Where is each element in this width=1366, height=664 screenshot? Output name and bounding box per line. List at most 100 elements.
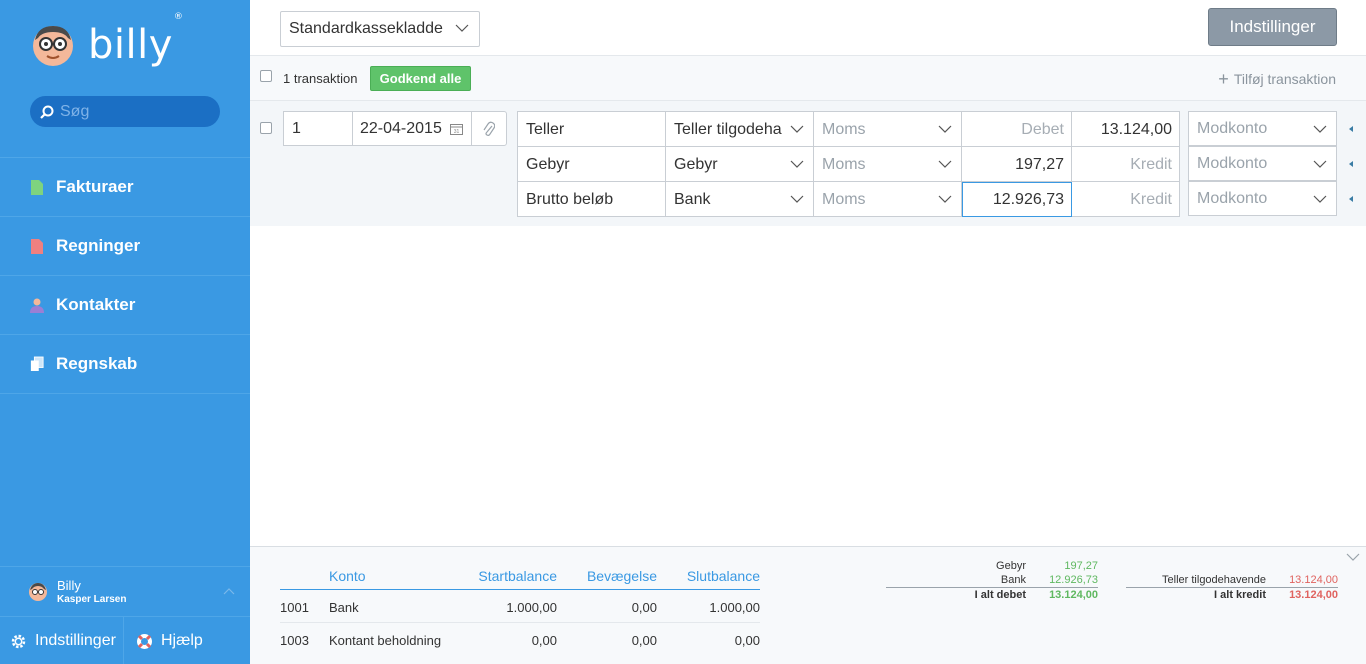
chevron-down-icon: [1313, 160, 1327, 168]
chevron-down-icon[interactable]: [1346, 553, 1360, 562]
column-header-startbalance: Startbalance: [478, 568, 557, 584]
billy-logo[interactable]: billy®: [30, 13, 183, 70]
line-vat-select[interactable]: Moms: [814, 112, 962, 147]
summary-label: Teller tilgodehavende: [1162, 574, 1266, 586]
column-header-bevaegelse: Bevægelse: [586, 568, 657, 584]
caret-left-icon[interactable]: [1347, 125, 1355, 133]
sidebar-item-regnskab[interactable]: Regnskab: [0, 335, 250, 394]
transaction-date-input[interactable]: 22-04-2015 31: [352, 111, 472, 146]
summary-total-value: 13.124,00: [1289, 589, 1338, 601]
attachment-button[interactable]: [471, 111, 507, 146]
search-box[interactable]: [30, 96, 220, 127]
sidebar-settings-label: Indstillinger: [35, 632, 116, 649]
line-contra-select[interactable]: Modkonto: [1188, 181, 1337, 216]
sidebar-item-label: Regninger: [56, 236, 141, 255]
transaction-line: Gebyr Gebyr Moms 197,27 Kredit: [518, 147, 1179, 182]
transaction-checkbox[interactable]: [260, 122, 272, 134]
line-debet-input[interactable]: 197,27: [962, 147, 1072, 182]
help-button[interactable]: Hjælp: [124, 617, 203, 664]
plus-icon: +: [1218, 69, 1229, 89]
line-contra-select[interactable]: Modkonto: [1188, 146, 1337, 181]
movement: 0,00: [631, 633, 657, 648]
summary-total-value: 13.124,00: [1049, 589, 1098, 601]
line-contra-value: Modkonto: [1197, 189, 1268, 207]
account-name: Kontant beholdning: [329, 633, 442, 648]
search-input[interactable]: [60, 102, 210, 121]
select-all-checkbox[interactable]: [260, 70, 272, 82]
line-vat-value: Moms: [822, 155, 866, 173]
sidebar-settings-button[interactable]: Indstillinger: [0, 617, 124, 664]
summary-total-label: I alt kredit: [1214, 589, 1266, 601]
contact-icon: [30, 297, 44, 313]
chevron-down-icon: [938, 195, 952, 203]
line-account-select[interactable]: Bank: [666, 182, 814, 217]
line-description-input[interactable]: Gebyr: [518, 147, 666, 182]
transaction-line: Brutto beløb Bank Moms 12.926,73 Kredit: [518, 182, 1179, 217]
chevron-down-icon: [790, 195, 804, 203]
column-header-konto: Konto: [329, 568, 366, 584]
balance-footer: Konto Startbalance Bevægelse Slutbalance…: [250, 546, 1366, 664]
sidebar-item-regninger[interactable]: Regninger: [0, 217, 250, 276]
user-name: Billy: [57, 577, 81, 593]
journal-select[interactable]: Standardkassekladde: [280, 11, 480, 47]
summary-label: Gebyr: [996, 560, 1026, 572]
line-contra-select[interactable]: Modkonto: [1188, 111, 1337, 146]
calendar-icon[interactable]: 31: [450, 123, 463, 135]
accounting-icon: [30, 356, 44, 372]
caret-left-icon[interactable]: [1347, 195, 1355, 203]
sidebar-item-kontakter[interactable]: Kontakter: [0, 276, 250, 335]
line-kredit-input[interactable]: 13.124,00: [1072, 112, 1179, 147]
line-kredit-input[interactable]: Kredit: [1072, 182, 1179, 217]
line-description-value: Brutto beløb: [526, 190, 614, 208]
sidebar: billy® Fakturaer Regninger Kontakter: [0, 0, 250, 664]
table-row: 1001 Bank 1.000,00 0,00 1.000,00: [280, 590, 760, 623]
line-vat-value: Moms: [822, 120, 866, 138]
line-account-select[interactable]: Teller tilgodeha: [666, 112, 814, 147]
balance-table: Konto Startbalance Bevægelse Slutbalance…: [280, 562, 760, 656]
account-number: 1001: [280, 600, 309, 615]
account-number: 1003: [280, 633, 309, 648]
lifebuoy-icon: [136, 633, 153, 650]
line-contra-value: Modkonto: [1197, 154, 1268, 172]
transaction-number-value: 1: [292, 119, 301, 137]
line-account-value: Teller tilgodeha: [674, 120, 782, 138]
line-kredit-value: Kredit: [1130, 190, 1172, 208]
line-debet-input[interactable]: Debet: [962, 112, 1072, 147]
sidebar-nav: Fakturaer Regninger Kontakter Regnskab: [0, 157, 250, 394]
user-menu[interactable]: Billy Kasper Larsen: [0, 566, 250, 616]
line-debet-value: Debet: [1021, 120, 1064, 138]
transaction-date-value: 22-04-2015: [360, 119, 442, 137]
line-vat-select[interactable]: Moms: [814, 182, 962, 217]
end-balance: 0,00: [734, 633, 760, 648]
main-content: Standardkassekladde Indstillinger 1 tran…: [250, 0, 1366, 664]
line-vat-select[interactable]: Moms: [814, 147, 962, 182]
sidebar-item-fakturaer[interactable]: Fakturaer: [0, 158, 250, 217]
movement: 0,00: [631, 600, 657, 615]
line-description-value: Gebyr: [526, 155, 570, 173]
bill-icon: [30, 238, 44, 254]
caret-left-icon[interactable]: [1347, 160, 1355, 168]
end-balance: 1.000,00: [709, 600, 760, 615]
settings-button[interactable]: Indstillinger: [1208, 8, 1337, 46]
transaction-count: 1 transaktion: [283, 71, 358, 86]
approve-all-button[interactable]: Godkend alle: [370, 66, 471, 91]
add-transaction-button[interactable]: + Tilføj transaktion: [1218, 70, 1336, 88]
transaction-number-input[interactable]: 1: [283, 111, 353, 146]
search-icon: [40, 105, 54, 119]
summary-line: Gebyr 197,27: [886, 559, 1098, 573]
summary-line: Bank 12.926,73: [886, 573, 1098, 587]
balance-table-header: Konto Startbalance Bevægelse Slutbalance: [280, 562, 760, 590]
summary-value: 13.124,00: [1289, 574, 1338, 586]
transaction-line: Teller Teller tilgodeha Moms Debet 13.12…: [518, 112, 1179, 147]
line-account-select[interactable]: Gebyr: [666, 147, 814, 182]
line-debet-input[interactable]: 12.926,73: [962, 182, 1072, 217]
chevron-up-icon: [223, 588, 235, 595]
line-kredit-input[interactable]: Kredit: [1072, 147, 1179, 182]
line-description-input[interactable]: Brutto beløb: [518, 182, 666, 217]
invoice-icon: [30, 179, 44, 195]
line-description-input[interactable]: Teller: [518, 112, 666, 147]
summary-value: 197,27: [1064, 560, 1098, 572]
line-account-value: Bank: [674, 190, 711, 208]
user-full-name: Kasper Larsen: [57, 593, 127, 605]
line-debet-value: 12.926,73: [992, 190, 1064, 208]
